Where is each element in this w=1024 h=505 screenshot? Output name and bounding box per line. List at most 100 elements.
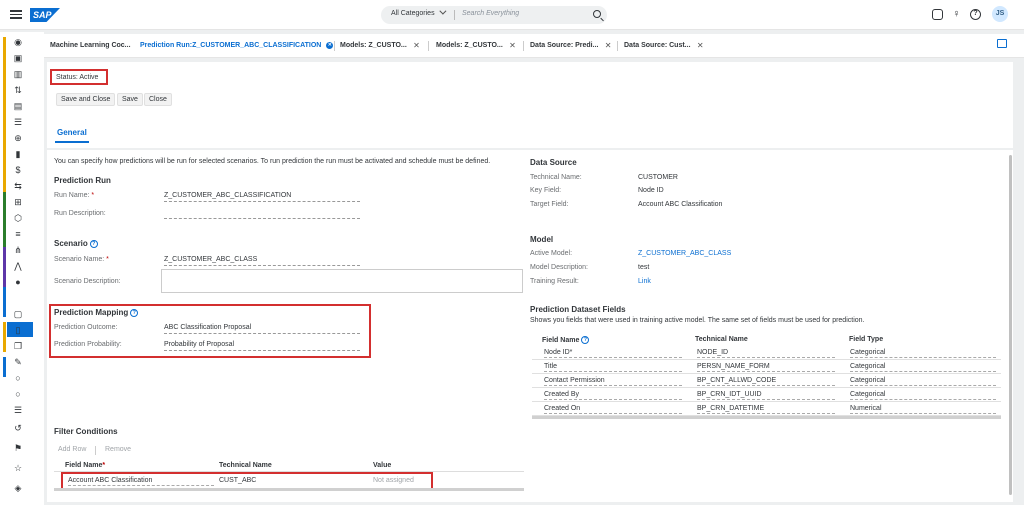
tab-models-2[interactable]: Models: Z_CUSTO... ✕ <box>436 41 516 50</box>
bank-icon[interactable]: ▥ <box>12 68 24 80</box>
horizontal-scrollbar[interactable] <box>54 488 524 491</box>
active-model-label: Active Model: <box>530 250 573 257</box>
circle-icon[interactable]: ○ <box>12 372 24 384</box>
prediction-outcome-field[interactable]: ABC Classification Proposal <box>164 324 360 334</box>
data-source-title: Data Source <box>530 158 577 167</box>
rail-color-bar <box>3 322 6 352</box>
bar-chart-icon[interactable]: ▮ <box>12 148 24 160</box>
favorites-icon[interactable]: ☆ <box>12 462 24 474</box>
scenario-description-field[interactable] <box>161 269 523 293</box>
navigation-rail: ◉ ▣ ▥ ⇅ ▤ ☰ ⊕ ▮ $ ⇆ ⊞ ⬡ ≡ ⋔ ⋀ ● ◎ ▢ ▯ ❐ … <box>0 32 44 505</box>
tab-data-source-2[interactable]: Data Source: Cust... ✕ <box>624 41 704 50</box>
list-icon[interactable]: ☰ <box>12 404 24 416</box>
field-type-cell: Numerical <box>850 405 996 414</box>
active-model-link[interactable]: Z_CUSTOMER_ABC_CLASS <box>638 250 731 257</box>
sync-icon[interactable]: ⇆ <box>12 180 24 192</box>
close-icon[interactable]: ✕ <box>605 41 612 50</box>
tab-prediction-run[interactable]: Prediction Run:Z_CUSTOMER_ABC_CLASSIFICA… <box>140 42 334 49</box>
info-icon[interactable]: ? <box>130 308 139 317</box>
search-category-select[interactable]: All Categories <box>391 10 444 17</box>
transfer-icon[interactable]: ⇅ <box>12 84 24 96</box>
object-header: Status: Active Save and Close Save Close… <box>47 62 1013 148</box>
prediction-probability-field[interactable]: Probability of Proposal <box>164 341 360 351</box>
dataset-fields-subtitle: Shows you fields that were used in train… <box>530 317 865 324</box>
history-icon[interactable]: ↺ <box>12 422 24 434</box>
info-icon[interactable]: ● <box>12 276 24 288</box>
trend-icon[interactable]: ⋀ <box>12 260 24 272</box>
rail-color-bar <box>3 357 6 377</box>
run-description-label: Run Description: <box>54 210 106 217</box>
technical-name-value: CUSTOMER <box>638 174 678 181</box>
tab-divider <box>428 41 429 51</box>
clipboard-icon[interactable]: ▢ <box>12 308 24 320</box>
close-icon[interactable]: ✕ <box>509 41 516 50</box>
save-and-close-button[interactable]: Save and Close <box>56 93 116 106</box>
remove-button[interactable]: Remove <box>105 446 131 453</box>
field-name-cell: Created By <box>544 391 682 400</box>
table-row[interactable]: Contact Permission BP_CNT_ALLWD_CODE Cat… <box>532 374 1001 388</box>
info-icon[interactable]: ? <box>89 239 98 248</box>
ml-icon[interactable]: ◎ <box>12 292 24 304</box>
list-icon[interactable]: ☰ <box>12 116 24 128</box>
horizontal-scrollbar[interactable] <box>532 416 1001 419</box>
database-icon[interactable]: ≡ <box>12 228 24 240</box>
search-bar[interactable]: All Categories Search Everything <box>381 6 607 24</box>
product-icon[interactable]: ⬡ <box>12 212 24 224</box>
key-field-label: Key Field: <box>530 187 562 194</box>
tab-divider <box>523 41 524 51</box>
technical-name-label: Technical Name: <box>530 174 582 181</box>
run-description-field[interactable] <box>164 210 360 219</box>
tab-divider <box>334 41 335 51</box>
report-icon[interactable]: ▤ <box>12 100 24 112</box>
tag-icon[interactable]: ◈ <box>12 482 24 494</box>
wrench-icon[interactable]: ✎ <box>12 356 24 368</box>
tab-data-source-1[interactable]: Data Source: Predi... ✕ <box>530 41 611 50</box>
run-name-field[interactable]: Z_CUSTOMER_ABC_CLASSIFICATION <box>164 192 360 202</box>
table-row[interactable]: Node ID* NODE_ID Categorical <box>532 346 1001 360</box>
tab-ml-cockpit[interactable]: Machine Learning Coc... <box>50 42 131 49</box>
training-result-link[interactable]: Link <box>638 278 651 285</box>
money-bag-icon[interactable]: ◉ <box>12 36 24 48</box>
table-row[interactable]: Title PERSN_NAME_FORM Categorical <box>532 360 1001 374</box>
close-button[interactable]: Close <box>144 93 172 106</box>
filter-row-value[interactable]: Not assigned <box>373 477 414 484</box>
flag-icon[interactable]: ⚑ <box>12 442 24 454</box>
document-icon[interactable]: ▯ <box>12 324 24 336</box>
hierarchy-icon[interactable]: ⊞ <box>12 196 24 208</box>
close-icon[interactable]: ✕ <box>697 41 704 50</box>
pricing-icon[interactable]: $ <box>12 164 24 176</box>
box-icon[interactable]: ▣ <box>12 52 24 64</box>
status-value: Active <box>79 74 99 81</box>
model-description-value: test <box>638 264 650 271</box>
close-icon[interactable]: ✕ <box>413 41 420 50</box>
table-row[interactable]: Created By BP_CRN_IDT_UUID Categorical <box>532 388 1001 402</box>
search-icon[interactable]: ⊕ <box>12 132 24 144</box>
circle-icon[interactable]: ○ <box>12 388 24 400</box>
menu-icon[interactable] <box>10 8 22 20</box>
save-button[interactable]: Save <box>117 93 143 106</box>
help-icon[interactable]: ? <box>970 9 981 20</box>
tab-general[interactable]: General <box>55 128 89 143</box>
avatar[interactable]: JS <box>992 6 1008 22</box>
sap-logo[interactable]: SAP <box>30 8 60 22</box>
copilot-icon[interactable] <box>932 9 943 20</box>
add-row-button[interactable]: Add Row <box>58 446 86 453</box>
info-icon[interactable]: ? <box>581 336 590 344</box>
search-input[interactable]: Search Everything <box>462 10 519 17</box>
copy-icon[interactable]: ❐ <box>12 340 24 352</box>
filter-row-field[interactable]: Account ABC Classification <box>68 477 214 486</box>
org-chart-icon[interactable]: ⋔ <box>12 244 24 256</box>
target-field-label: Target Field: <box>530 201 569 208</box>
search-icon[interactable] <box>593 10 601 18</box>
table-row[interactable]: Created On BP_CRN_DATETIME Numerical <box>532 402 1001 416</box>
overview-icon[interactable] <box>997 39 1007 48</box>
close-icon[interactable]: ✕ <box>326 42 334 49</box>
tab-models-1[interactable]: Models: Z_CUSTO... ✕ <box>340 41 420 50</box>
target-field-value: Account ABC Classification <box>638 201 723 208</box>
scenario-name-field[interactable]: Z_CUSTOMER_ABC_CLASS <box>164 256 360 266</box>
vertical-scrollbar[interactable] <box>1009 155 1012 495</box>
toolbar-divider <box>95 446 96 455</box>
user-settings-icon[interactable]: ♀ <box>951 9 962 20</box>
rail-color-bar <box>3 287 6 317</box>
field-name-cell: Contact Permission <box>544 377 682 386</box>
